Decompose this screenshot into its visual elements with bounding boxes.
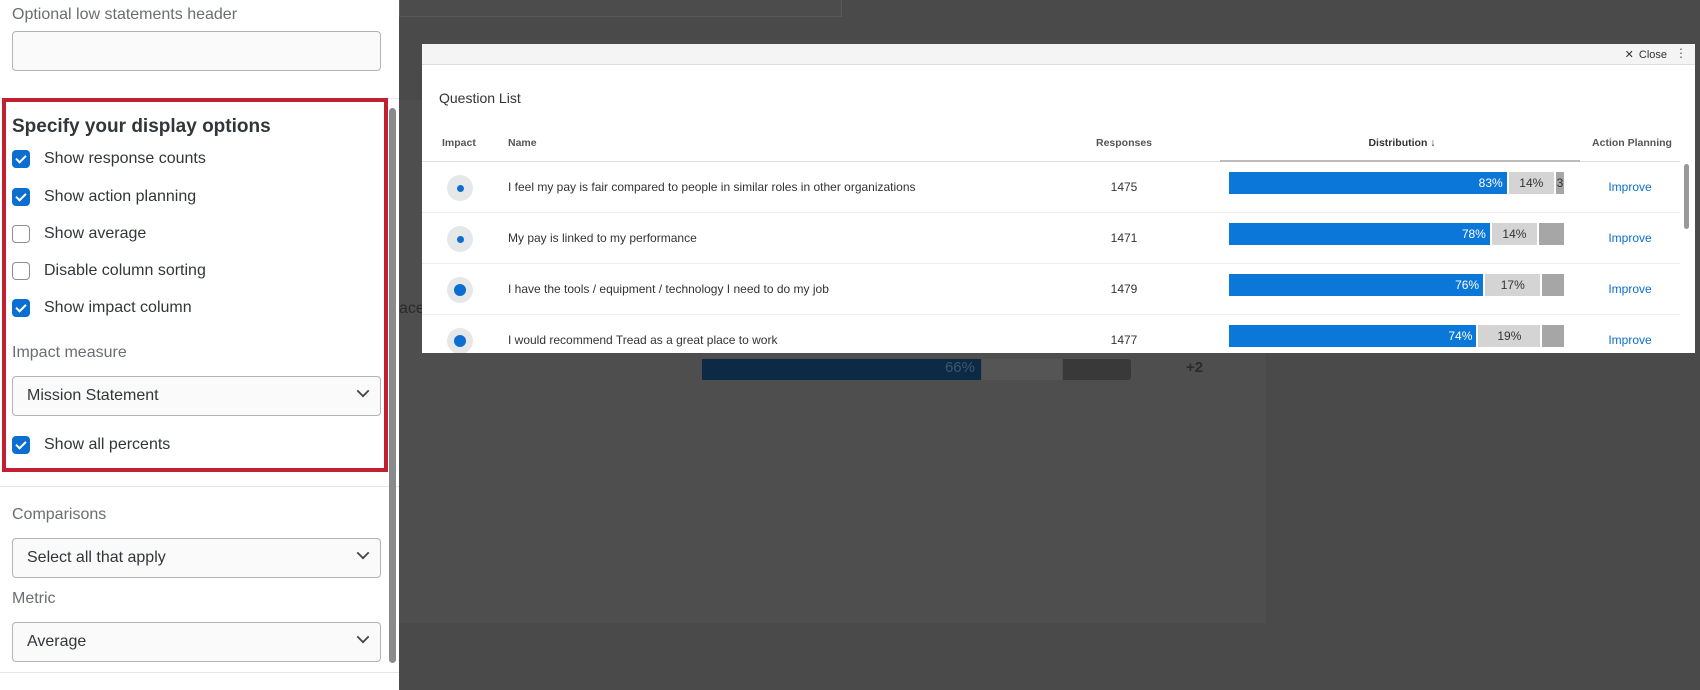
distribution-segment: 17% <box>1485 274 1540 296</box>
header-responses[interactable]: Responses <box>1094 137 1154 149</box>
distribution-bar: 83%14%3 <box>1229 172 1566 194</box>
close-icon: ✕ <box>1625 48 1634 61</box>
chevron-down-icon <box>357 385 370 398</box>
table-row: My pay is linked to my performance 1471 … <box>422 213 1680 264</box>
header-distribution[interactable]: Distribution ↓ <box>1322 137 1482 149</box>
impact-dot-icon <box>457 236 464 243</box>
background-delta: +2 <box>1186 359 1203 376</box>
background-header-box <box>399 0 842 17</box>
divider <box>0 486 399 487</box>
modal-scrollbar[interactable] <box>1684 164 1689 229</box>
response-count: 1479 <box>1094 282 1154 296</box>
impact-dot-icon <box>454 284 466 296</box>
impact-indicator <box>447 328 473 353</box>
comparisons-label: Comparisons <box>12 506 106 524</box>
impact-dot-icon <box>457 185 464 192</box>
settings-panel: Optional low statements header Specify y… <box>0 0 399 690</box>
response-count: 1475 <box>1094 180 1154 194</box>
checkbox-icon <box>12 262 30 280</box>
checkbox-label: Show action planning <box>44 188 196 206</box>
impact-dot-icon <box>454 335 466 347</box>
panel-scrollbar[interactable] <box>389 108 396 663</box>
table-row: I feel my pay is fair compared to people… <box>422 162 1680 213</box>
question-name: I feel my pay is fair compared to people… <box>508 180 916 194</box>
distribution-segment: 76% <box>1229 274 1483 296</box>
metric-select[interactable]: Average <box>12 622 381 662</box>
chevron-down-icon <box>357 631 370 644</box>
impact-measure-select[interactable]: Mission Statement <box>12 376 381 416</box>
question-name: I would recommend Tread as a great place… <box>508 333 777 347</box>
chevron-down-icon <box>357 547 370 560</box>
table-row: I would recommend Tread as a great place… <box>422 315 1680 353</box>
comparisons-select[interactable]: Select all that apply <box>12 538 381 578</box>
checkbox-label: Show all percents <box>44 436 170 454</box>
checkbox-disable-column-sorting[interactable]: Disable column sorting <box>12 262 206 280</box>
distribution-segment <box>1542 325 1564 347</box>
header-action-planning[interactable]: Action Planning <box>1587 137 1677 149</box>
checkbox-label: Show impact column <box>44 299 192 317</box>
checkbox-show-all-percents[interactable]: Show all percents <box>12 436 170 454</box>
modal-header: ✕ Close ⋮ <box>422 44 1695 65</box>
checkbox-icon <box>12 150 30 168</box>
checkbox-label: Show average <box>44 225 146 243</box>
impact-indicator <box>447 226 473 252</box>
checkbox-show-response-counts[interactable]: Show response counts <box>12 150 206 168</box>
improve-link[interactable]: Improve <box>1600 180 1660 194</box>
checkbox-icon <box>12 299 30 317</box>
distribution-segment: 74% <box>1229 325 1476 347</box>
checkbox-icon <box>12 436 30 454</box>
distribution-segment: 3 <box>1556 172 1564 194</box>
distribution-segment <box>1542 274 1564 296</box>
response-count: 1471 <box>1094 231 1154 245</box>
response-count: 1477 <box>1094 333 1154 347</box>
improve-link[interactable]: Improve <box>1600 231 1660 245</box>
close-label: Close <box>1639 49 1667 61</box>
divider <box>0 672 399 673</box>
close-button[interactable]: ✕ Close <box>1625 48 1667 61</box>
distribution-bar: 74%19% <box>1229 325 1566 347</box>
background-partial-text: ace <box>399 300 425 318</box>
improve-link[interactable]: Improve <box>1600 282 1660 296</box>
table-row: I have the tools / equipment / technolog… <box>422 264 1680 315</box>
distribution-segment: 83% <box>1229 172 1507 194</box>
background-bar-neutral <box>982 359 1062 380</box>
modal-title: Question List <box>439 90 521 106</box>
distribution-segment: 14% <box>1509 172 1554 194</box>
header-name[interactable]: Name <box>508 137 537 149</box>
low-header-label: Optional low statements header <box>12 6 237 24</box>
checkbox-label: Disable column sorting <box>44 262 206 280</box>
header-impact[interactable]: Impact <box>442 137 476 149</box>
checkbox-icon <box>12 225 30 243</box>
comparisons-value: Select all that apply <box>27 549 166 566</box>
question-name: My pay is linked to my performance <box>508 231 697 245</box>
distribution-bar: 78%14% <box>1229 223 1566 245</box>
question-name: I have the tools / equipment / technolog… <box>508 282 829 296</box>
checkbox-show-impact-column[interactable]: Show impact column <box>12 299 192 317</box>
more-options-icon[interactable]: ⋮ <box>1675 46 1687 60</box>
improve-link[interactable]: Improve <box>1600 333 1660 347</box>
distribution-segment: 19% <box>1478 325 1540 347</box>
distribution-segment <box>1539 223 1564 245</box>
metric-value: Average <box>27 633 86 650</box>
distribution-bar: 76%17% <box>1229 274 1566 296</box>
checkbox-show-action-planning[interactable]: Show action planning <box>12 188 196 206</box>
checkbox-label: Show response counts <box>44 150 206 168</box>
impact-indicator <box>447 277 473 303</box>
background-bar-negative <box>1063 359 1131 380</box>
question-list-modal: ✕ Close ⋮ Question List Impact Name Respo… <box>422 44 1695 353</box>
display-options-heading: Specify your display options <box>12 116 271 138</box>
low-header-input[interactable] <box>12 31 381 71</box>
distribution-segment: 78% <box>1229 223 1490 245</box>
checkbox-icon <box>12 188 30 206</box>
impact-indicator <box>447 175 473 201</box>
checkbox-show-average[interactable]: Show average <box>12 225 146 243</box>
distribution-segment: 14% <box>1492 223 1537 245</box>
background-bar-positive: 66% <box>702 359 981 380</box>
metric-label: Metric <box>12 590 56 608</box>
impact-measure-label: Impact measure <box>12 344 127 362</box>
impact-measure-value: Mission Statement <box>27 387 159 404</box>
